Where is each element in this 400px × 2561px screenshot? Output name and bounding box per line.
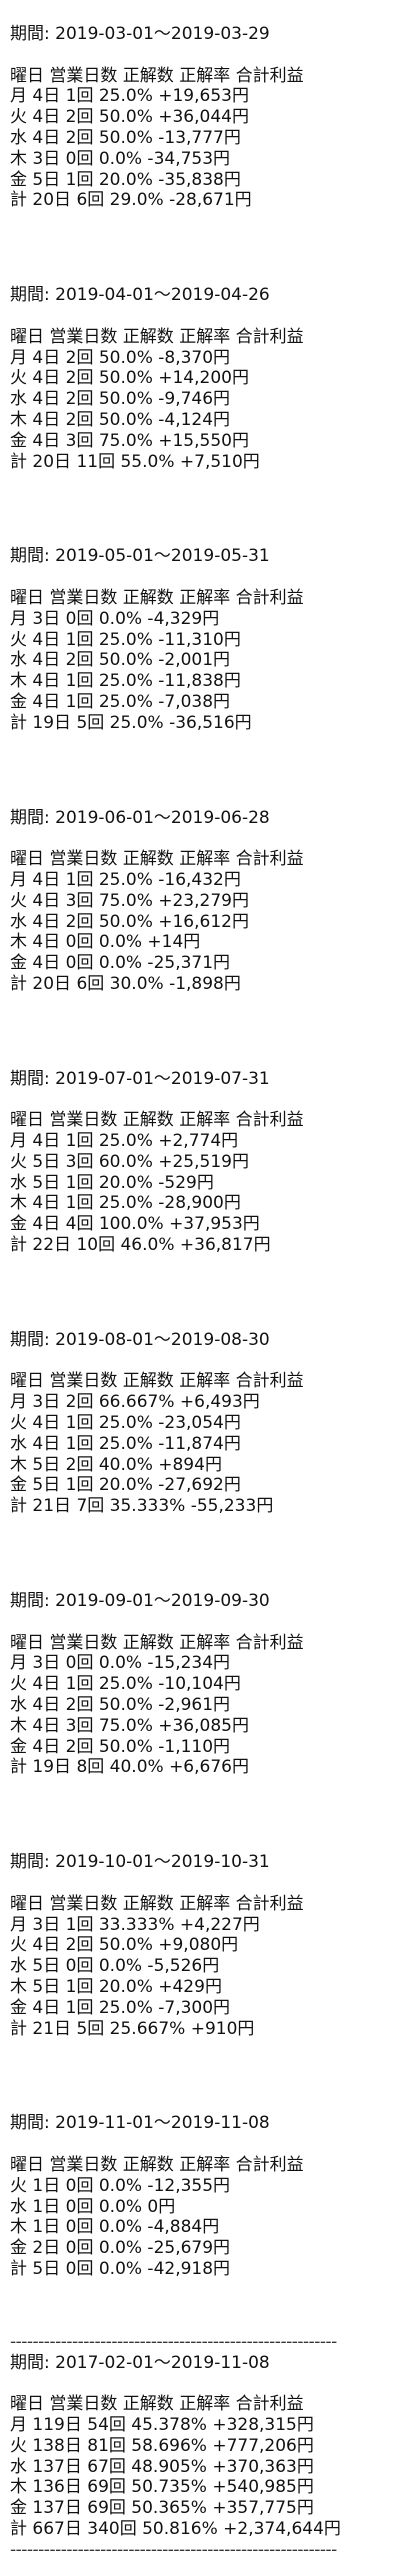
period-title: 期間: 2019-07-01～2019-07-31 — [10, 1068, 270, 1089]
separator-line: ----------------------------------------… — [10, 2331, 337, 2352]
table-row: 木 4日 1回 25.0% -11,838円 — [10, 671, 241, 692]
period-title: 期間: 2019-03-01～2019-03-29 — [10, 24, 270, 44]
table-row: 月 3日 0回 0.0% -4,329円 — [10, 608, 220, 629]
total-row: 計 21日 7回 35.333% -55,233円 — [10, 1496, 274, 1517]
table-row: 水 5日 1回 20.0% -529円 — [10, 1172, 214, 1193]
total-row: 計 5日 0回 0.0% -42,918円 — [10, 2258, 231, 2279]
period-title: 期間: 2019-06-01～2019-06-28 — [10, 807, 270, 828]
table-row: 水 1日 0回 0.0% 0円 — [10, 2196, 176, 2217]
table-header: 曜日 営業日数 正解数 正解率 合計利益 — [10, 326, 304, 347]
table-row: 火 4日 1回 25.0% -11,310円 — [10, 629, 241, 650]
summary-section: ----------------------------------------… — [10, 2332, 400, 2561]
table-row: 火 4日 1回 25.0% -23,054円 — [10, 1413, 241, 1434]
table-row: 金 4日 2回 50.0% -1,110円 — [10, 1736, 231, 1757]
table-row: 金 137日 69回 50.365% +357,775円 — [10, 2498, 314, 2519]
period-title: 期間: 2019-05-01～2019-05-31 — [10, 546, 270, 567]
table-row: 木 5日 1回 20.0% +429円 — [10, 1976, 222, 1997]
period-section: 期間: 2019-07-01～2019-07-31 曜日 営業日数 正解数 正解… — [10, 1069, 400, 1256]
table-row: 火 5日 3回 60.0% +25,519円 — [10, 1151, 249, 1172]
table-row: 火 4日 3回 75.0% +23,279円 — [10, 890, 249, 911]
table-header: 曜日 営業日数 正解数 正解率 合計利益 — [10, 1371, 304, 1392]
total-row: 計 21日 5回 25.667% +910円 — [10, 2018, 255, 2039]
period-title: 期間: 2017-02-01～2019-11-08 — [10, 2352, 270, 2373]
table-row: 火 4日 2回 50.0% +36,044円 — [10, 107, 249, 128]
period-section: 期間: 2019-06-01～2019-06-28 曜日 営業日数 正解数 正解… — [10, 808, 400, 995]
table-row: 月 4日 1回 25.0% -16,432円 — [10, 869, 241, 890]
table-row: 水 137日 67回 48.905% +370,363円 — [10, 2456, 314, 2477]
table-row: 水 5日 0回 0.0% -5,526円 — [10, 1956, 220, 1977]
period-section: 期間: 2019-03-01～2019-03-29 曜日 営業日数 正解数 正解… — [10, 24, 400, 211]
table-header: 曜日 営業日数 正解数 正解率 合計利益 — [10, 1110, 304, 1131]
table-row: 金 4日 0回 0.0% -25,371円 — [10, 953, 231, 974]
table-row: 水 4日 2回 50.0% -9,746円 — [10, 389, 231, 410]
table-row: 月 4日 1回 25.0% +2,774円 — [10, 1131, 239, 1152]
total-row: 計 19日 5回 25.0% -36,516円 — [10, 712, 252, 733]
table-header: 曜日 営業日数 正解数 正解率 合計利益 — [10, 65, 304, 86]
total-row: 計 20日 6回 29.0% -28,671円 — [10, 190, 252, 211]
table-row: 金 4日 1回 25.0% -7,038円 — [10, 691, 231, 712]
table-row: 月 4日 2回 50.0% -8,370円 — [10, 347, 231, 368]
table-row: 水 4日 2回 50.0% -2,001円 — [10, 650, 231, 671]
table-row: 木 136日 69回 50.735% +540,985円 — [10, 2477, 314, 2498]
period-title: 期間: 2019-09-01～2019-09-30 — [10, 1591, 270, 1612]
period-title: 期間: 2019-10-01～2019-10-31 — [10, 1852, 270, 1873]
total-row: 計 19日 8回 40.0% +6,676円 — [10, 1757, 249, 1778]
table-row: 月 119日 54回 45.378% +328,315円 — [10, 2414, 314, 2435]
table-header: 曜日 営業日数 正解数 正解率 合計利益 — [10, 849, 304, 870]
table-row: 月 4日 1回 25.0% +19,653円 — [10, 86, 249, 107]
table-row: 火 4日 1回 25.0% -10,104円 — [10, 1674, 241, 1695]
period-section: 期間: 2019-05-01～2019-05-31 曜日 営業日数 正解数 正解… — [10, 546, 400, 733]
table-row: 木 4日 3回 75.0% +36,085円 — [10, 1715, 249, 1736]
table-row: 金 4日 1回 25.0% -7,300円 — [10, 1997, 231, 2018]
table-row: 木 4日 0回 0.0% +14円 — [10, 932, 201, 953]
table-row: 木 5日 2回 40.0% +894円 — [10, 1454, 222, 1475]
period-title: 期間: 2019-08-01～2019-08-30 — [10, 1329, 270, 1350]
report-document: 期間: 2019-03-01～2019-03-29 曜日 営業日数 正解数 正解… — [0, 0, 400, 2561]
table-header: 曜日 営業日数 正解数 正解率 合計利益 — [10, 587, 304, 608]
separator-line: ----------------------------------------… — [10, 2539, 337, 2560]
period-section: 期間: 2019-11-01～2019-11-08 曜日 営業日数 正解数 正解… — [10, 2113, 400, 2279]
total-row: 計 667日 340回 50.816% +2,374,644円 — [10, 2518, 341, 2539]
table-row: 金 2日 0回 0.0% -25,679円 — [10, 2238, 231, 2259]
table-row: 水 4日 2回 50.0% -13,777円 — [10, 127, 241, 148]
table-row: 月 3日 2回 66.667% +6,493円 — [10, 1392, 260, 1413]
table-row: 木 4日 2回 50.0% -4,124円 — [10, 409, 231, 430]
period-section: 期間: 2019-04-01～2019-04-26 曜日 営業日数 正解数 正解… — [10, 285, 400, 472]
table-header: 曜日 営業日数 正解数 正解率 合計利益 — [10, 2154, 304, 2175]
period-title: 期間: 2019-04-01～2019-04-26 — [10, 285, 270, 306]
table-row: 火 4日 2回 50.0% +14,200円 — [10, 368, 249, 389]
table-row: 水 4日 2回 50.0% +16,612円 — [10, 911, 249, 932]
table-row: 火 138日 81回 58.696% +777,206円 — [10, 2435, 314, 2456]
table-row: 木 1日 0回 0.0% -4,884円 — [10, 2217, 220, 2238]
table-row: 水 4日 2回 50.0% -2,961円 — [10, 1695, 231, 1716]
total-row: 計 20日 6回 30.0% -1,898円 — [10, 973, 241, 994]
total-row: 計 22日 10回 46.0% +36,817円 — [10, 1235, 271, 1256]
period-section: 期間: 2019-08-01～2019-08-30 曜日 営業日数 正解数 正解… — [10, 1330, 400, 1517]
table-row: 金 4日 4回 100.0% +37,953円 — [10, 1214, 260, 1235]
table-header: 曜日 営業日数 正解数 正解率 合計利益 — [10, 2394, 304, 2415]
table-row: 月 3日 1回 33.333% +4,227円 — [10, 1914, 260, 1935]
table-row: 月 3日 0回 0.0% -15,234円 — [10, 1653, 231, 1674]
table-row: 木 3日 0回 0.0% -34,753円 — [10, 148, 231, 169]
table-row: 火 1日 0回 0.0% -12,355円 — [10, 2175, 231, 2196]
period-title: 期間: 2019-11-01～2019-11-08 — [10, 2113, 270, 2134]
period-section: 期間: 2019-09-01～2019-09-30 曜日 営業日数 正解数 正解… — [10, 1591, 400, 1778]
table-header: 曜日 営業日数 正解数 正解率 合計利益 — [10, 1893, 304, 1914]
table-header: 曜日 営業日数 正解数 正解率 合計利益 — [10, 1632, 304, 1653]
total-row: 計 20日 11回 55.0% +7,510円 — [10, 451, 260, 472]
table-row: 火 4日 2回 50.0% +9,080円 — [10, 1935, 239, 1956]
table-row: 水 4日 1回 25.0% -11,874円 — [10, 1433, 241, 1454]
table-row: 金 5日 1回 20.0% -27,692円 — [10, 1475, 241, 1496]
table-row: 金 4日 3回 75.0% +15,550円 — [10, 430, 249, 451]
table-row: 金 5日 1回 20.0% -35,838円 — [10, 169, 241, 190]
table-row: 木 4日 1回 25.0% -28,900円 — [10, 1193, 241, 1214]
period-section: 期間: 2019-10-01～2019-10-31 曜日 営業日数 正解数 正解… — [10, 1852, 400, 2039]
